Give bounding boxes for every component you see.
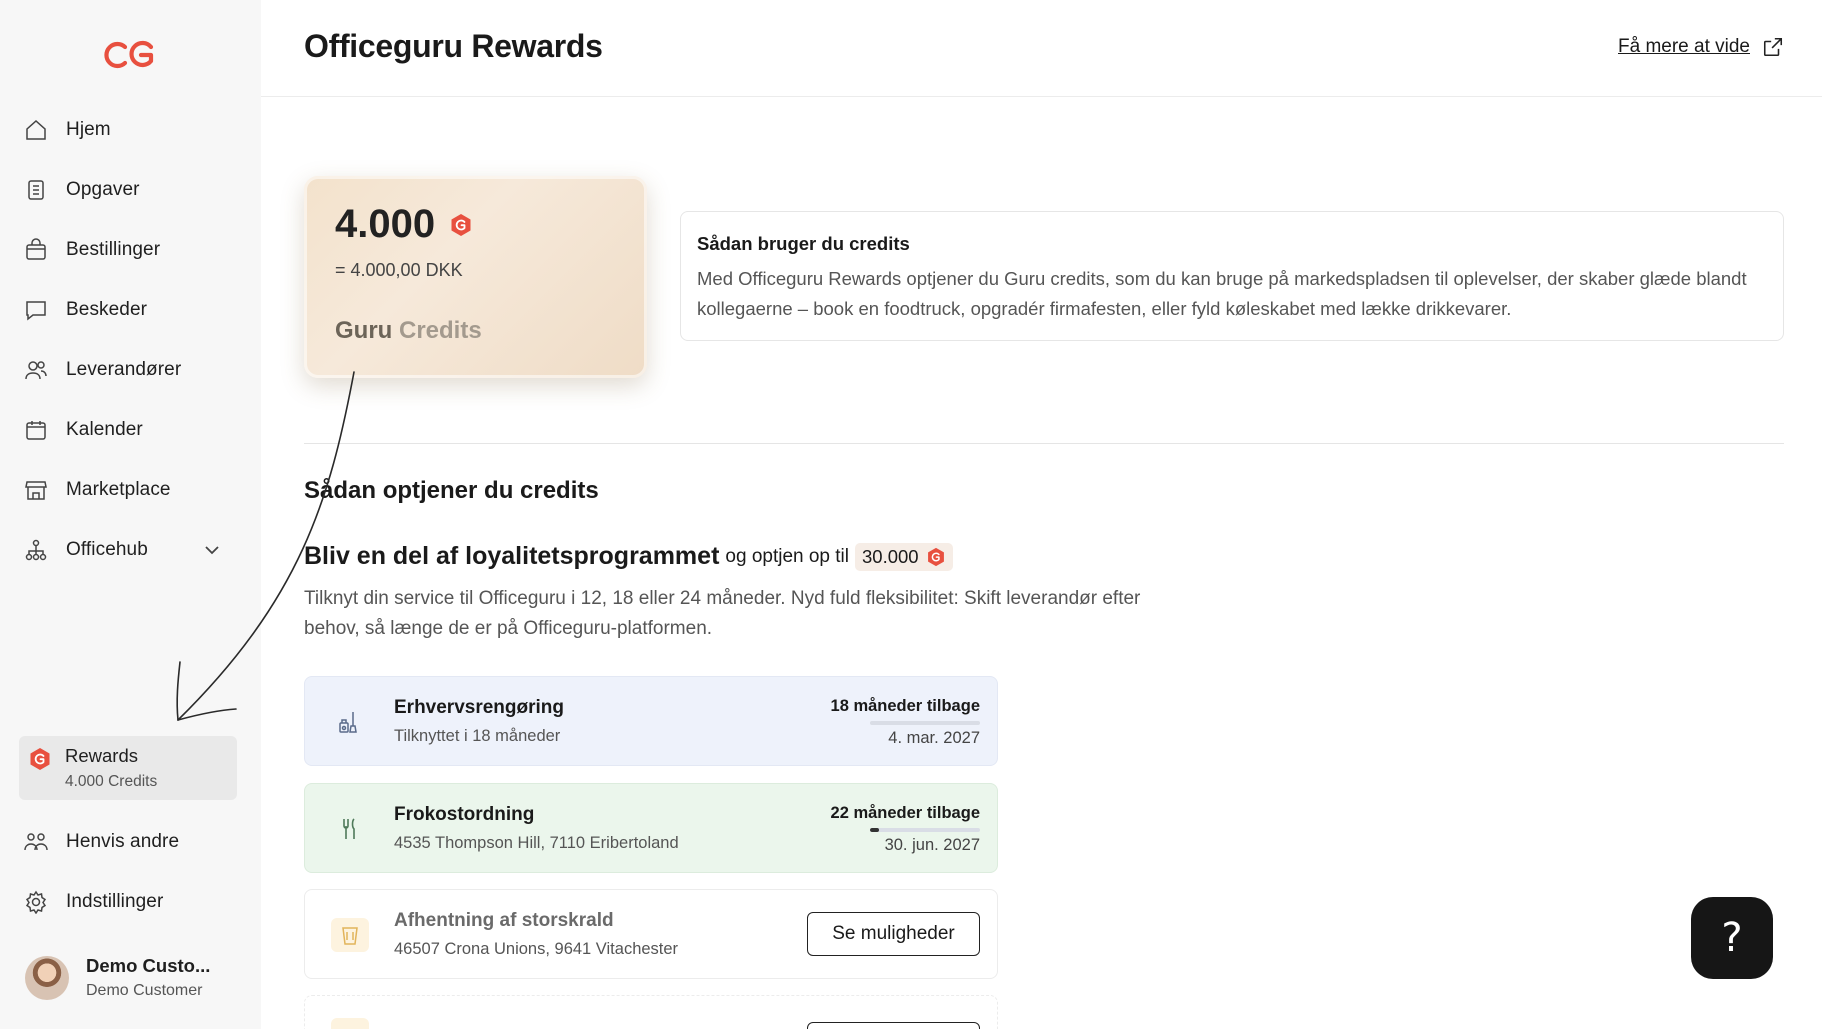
- sidebar-item-leverandorer[interactable]: Leverandører: [22, 348, 242, 392]
- cutlery-icon: [331, 812, 369, 846]
- learn-more-link[interactable]: Få mere at vide: [1618, 36, 1784, 58]
- avatar: [25, 956, 69, 1000]
- guru-credit-icon: [927, 547, 944, 566]
- loyalty-description: Tilknyt din service til Officeguru i 12,…: [304, 588, 1141, 639]
- service-remaining: 22 måneder tilbage: [830, 804, 980, 822]
- sidebar-item-hjem[interactable]: Hjem: [22, 108, 242, 152]
- credits-dkk-value: = 4.000,00 DKK: [335, 260, 463, 280]
- info-title: Sådan bruger du credits: [697, 233, 910, 254]
- loyalty-title: Bliv en del af loyalitetsprogrammet: [304, 542, 720, 570]
- loyalty-amount-pill: 30.000: [855, 542, 953, 571]
- sidebar-item-label: Marketplace: [66, 479, 171, 500]
- referral-icon: [22, 828, 50, 856]
- sidebar-item-label: Indstillinger: [66, 891, 164, 912]
- sidebar-item-label: Officehub: [66, 539, 148, 560]
- service-progress-bar: [870, 721, 980, 725]
- help-button[interactable]: ?: [1691, 897, 1773, 979]
- loyalty-amount: 30.000: [862, 545, 919, 567]
- sidebar: Hjem Opgaver Bestillinger Beskeder Lever…: [0, 0, 261, 1029]
- chat-icon: [22, 296, 50, 324]
- sidebar-item-marketplace[interactable]: Marketplace: [22, 468, 242, 512]
- service-sub: Tilknyttet i 18 måneder: [394, 727, 561, 745]
- external-link-icon: [1763, 37, 1783, 57]
- service-row[interactable]: [304, 995, 998, 1029]
- store-icon: [22, 476, 50, 504]
- calendar-icon: [22, 416, 50, 444]
- clipboard-icon: [22, 176, 50, 204]
- user-role: Demo Customer: [86, 982, 203, 999]
- how-to-use-credits-box: Sådan bruger du credits Med Officeguru R…: [680, 211, 1784, 341]
- service-row[interactable]: Afhentning af storskrald 46507 Crona Uni…: [304, 889, 998, 979]
- officeguru-logo[interactable]: [103, 38, 155, 72]
- sidebar-item-label: Opgaver: [66, 179, 140, 200]
- question-icon: ?: [1721, 915, 1743, 961]
- learn-more-label: Få mere at vide: [1618, 36, 1750, 57]
- see-options-button[interactable]: Se muligheder: [807, 912, 980, 956]
- home-icon: [22, 116, 50, 144]
- sidebar-item-label: Leverandører: [66, 359, 182, 380]
- info-description: Med Officeguru Rewards optjener du Guru …: [697, 268, 1747, 319]
- loyalty-mid: og optjen op til: [725, 545, 849, 567]
- sidebar-item-rewards[interactable]: Rewards 4.000 Credits: [19, 736, 237, 800]
- service-name: Afhentning af storskrald: [394, 910, 614, 931]
- chevron-down-icon[interactable]: [202, 540, 222, 560]
- bin-icon: [331, 918, 369, 952]
- hierarchy-icon: [22, 536, 50, 564]
- sidebar-item-kalender[interactable]: Kalender: [22, 408, 242, 452]
- service-date: 4. mar. 2027: [888, 729, 980, 747]
- earn-section-title: Sådan optjener du credits: [304, 477, 599, 504]
- guru-credit-icon: [30, 748, 50, 770]
- rewards-title: Rewards: [65, 745, 138, 766]
- credits-card-label: Guru Credits: [335, 317, 482, 345]
- shopping-bag-icon: [22, 236, 50, 264]
- cleaning-icon: [331, 705, 369, 739]
- loyalty-heading: Bliv en del af loyalitetsprogrammet og o…: [304, 542, 953, 571]
- sidebar-item-label: Hjem: [66, 119, 111, 140]
- gear-icon: [22, 888, 50, 916]
- service-name: Frokostordning: [394, 804, 535, 825]
- user-profile[interactable]: Demo Custo... Demo Customer: [25, 955, 245, 1005]
- service-row[interactable]: Erhvervsrengøring Tilknyttet i 18 månede…: [304, 676, 998, 766]
- annotation-arrow: [176, 371, 355, 721]
- divider: [304, 443, 1784, 444]
- sidebar-item-indstillinger[interactable]: Indstillinger: [22, 880, 242, 924]
- service-remaining: 18 måneder tilbage: [830, 697, 980, 715]
- credits-label-faded: Credits: [399, 317, 482, 344]
- sidebar-item-label: Beskeder: [66, 299, 148, 320]
- see-options-button[interactable]: [807, 1022, 980, 1029]
- service-progress-bar: [870, 828, 980, 832]
- sidebar-item-bestillinger[interactable]: Bestillinger: [22, 228, 242, 272]
- service-row[interactable]: Frokostordning 4535 Thompson Hill, 7110 …: [304, 783, 998, 873]
- sidebar-item-label: Bestillinger: [66, 239, 161, 260]
- service-name: Erhvervsrengøring: [394, 697, 564, 718]
- user-name: Demo Custo...: [86, 955, 211, 976]
- service-progress-fill: [870, 828, 879, 832]
- users-icon: [22, 356, 50, 384]
- guru-credit-icon: [451, 214, 471, 236]
- service-date: 30. jun. 2027: [884, 836, 980, 854]
- service-sub: 46507 Crona Unions, 9641 Vitachester: [394, 940, 679, 958]
- service-sub: 4535 Thompson Hill, 7110 Eribertoland: [394, 834, 679, 852]
- page-header: Officeguru Rewards Få mere at vide: [261, 0, 1822, 97]
- page-title: Officeguru Rewards: [304, 28, 603, 64]
- credits-amount: 4.000: [335, 202, 436, 246]
- sidebar-item-officehub[interactable]: Officehub: [22, 528, 242, 572]
- sidebar-item-henvis-andre[interactable]: Henvis andre: [22, 820, 242, 864]
- sidebar-item-label: Kalender: [66, 419, 143, 440]
- rewards-credits: 4.000 Credits: [65, 773, 158, 790]
- sidebar-item-opgaver[interactable]: Opgaver: [22, 168, 242, 212]
- credits-label-main: Guru: [335, 317, 393, 344]
- sidebar-item-label: Henvis andre: [66, 831, 180, 852]
- credits-card: 4.000 = 4.000,00 DKK Guru Credits: [304, 176, 647, 378]
- sidebar-item-beskeder[interactable]: Beskeder: [22, 288, 242, 332]
- service-icon: [331, 1018, 369, 1029]
